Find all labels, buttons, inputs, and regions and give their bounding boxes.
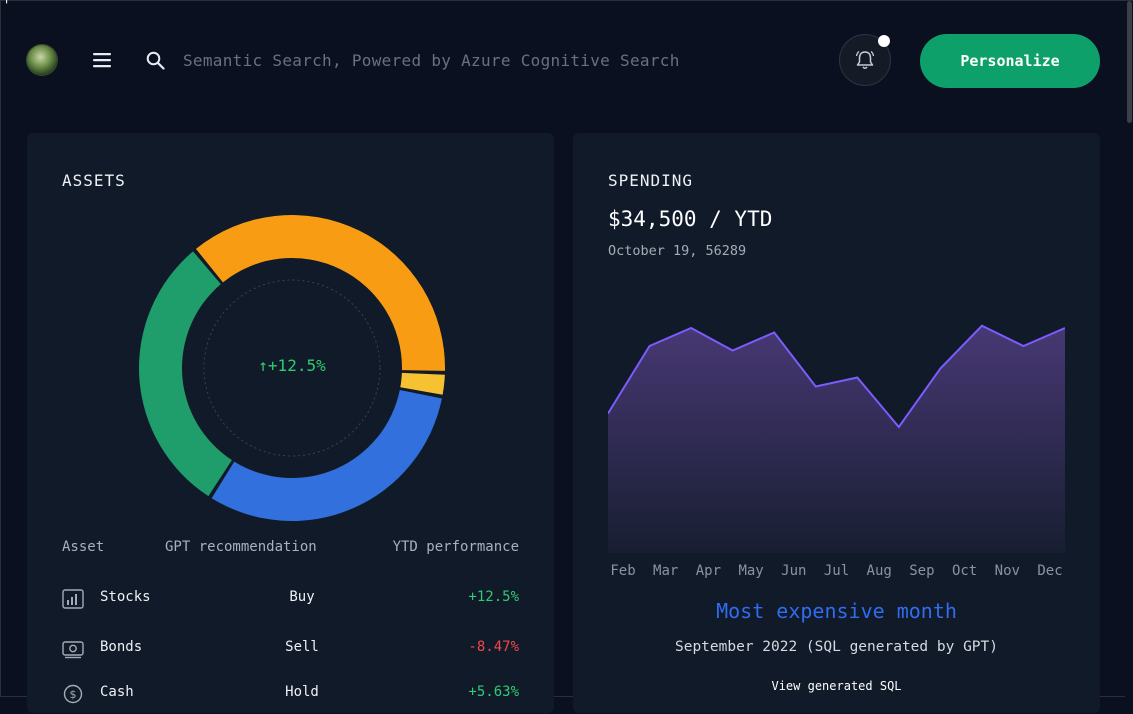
- header-asset: Asset: [62, 539, 105, 555]
- row-recommendation: Buy: [289, 589, 315, 605]
- month-label-feb: Feb: [610, 563, 636, 579]
- menu-icon[interactable]: [93, 51, 112, 69]
- spending-area-chart: [608, 324, 1065, 553]
- row-recommendation: Sell: [285, 639, 319, 655]
- row-recommendation: Hold: [285, 684, 319, 700]
- month-label-dec: Dec: [1037, 563, 1063, 579]
- search-input[interactable]: [183, 45, 783, 75]
- month-label-oct: Oct: [951, 563, 978, 579]
- spending-amount: $34,500 / YTD: [608, 207, 773, 231]
- row-name: Cash: [100, 684, 134, 700]
- assets-title: ASSETS: [62, 171, 126, 190]
- table-row[interactable]: Bonds Sell -8.47%: [62, 639, 519, 669]
- month-label-apr: Apr: [695, 563, 722, 579]
- table-row[interactable]: Stocks Buy +12.5%: [62, 589, 519, 619]
- header-recommendation: GPT recommendation: [165, 539, 317, 555]
- most-expensive-detail: September 2022 (SQL generated by GPT): [674, 639, 998, 655]
- scrollbar[interactable]: [1125, 1, 1133, 698]
- month-label-mar: Mar: [653, 563, 679, 579]
- month-label-jun: Jun: [781, 563, 807, 579]
- most-expensive-title: Most expensive month: [716, 599, 957, 623]
- bell-icon: [855, 50, 875, 69]
- spending-date: October 19, 56289: [608, 243, 747, 259]
- month-label-sep: Sep: [909, 563, 935, 579]
- donut-segment-orange[interactable]: [195, 215, 445, 371]
- donut-segment-blue[interactable]: [211, 389, 442, 521]
- donut-center-percent: +12.5%: [267, 356, 326, 375]
- header-performance: YTD performance: [392, 539, 519, 555]
- search-icon[interactable]: [146, 51, 165, 70]
- chart-icon: [62, 589, 84, 609]
- month-label-may: May: [738, 563, 764, 579]
- up-arrow-icon: ↑: [258, 356, 268, 375]
- avatar[interactable]: [27, 45, 57, 75]
- notification-dot: [878, 35, 890, 47]
- row-performance: +5.63%: [468, 684, 519, 700]
- cash-note-icon: [62, 641, 84, 659]
- svg-text:$: $: [70, 688, 77, 701]
- table-row[interactable]: $ Cash Hold +5.63%: [62, 684, 519, 714]
- donut-center-value: ↑+12.5%: [137, 356, 447, 375]
- assets-card: ASSETS ↑+12.5% Asset GPT recommendation …: [27, 133, 554, 713]
- scrollbar-thumb[interactable]: [1127, 1, 1132, 123]
- row-performance: -8.47%: [468, 639, 519, 655]
- month-label-nov: Nov: [994, 563, 1020, 579]
- top-bar: Personalize: [1, 1, 1133, 119]
- spending-card: SPENDING $34,500 / YTD October 19, 56289…: [573, 133, 1100, 713]
- row-name: Bonds: [100, 639, 143, 655]
- view-sql-link[interactable]: View generated SQL: [573, 679, 1100, 693]
- area-fill: [608, 325, 1065, 553]
- month-axis: Feb Mar Apr May Jun Jul Aug Sep Oct Nov Dec: [608, 563, 1065, 583]
- row-name: Stocks: [100, 589, 151, 605]
- assets-donut-chart: ↑+12.5%: [137, 213, 447, 523]
- dollar-coin-icon: $: [63, 684, 83, 704]
- month-label-jul: Jul: [823, 563, 850, 579]
- row-performance: +12.5%: [468, 589, 519, 605]
- spending-title: SPENDING: [608, 171, 694, 190]
- month-label-aug: Aug: [866, 563, 892, 579]
- personalize-button[interactable]: Personalize: [920, 34, 1100, 88]
